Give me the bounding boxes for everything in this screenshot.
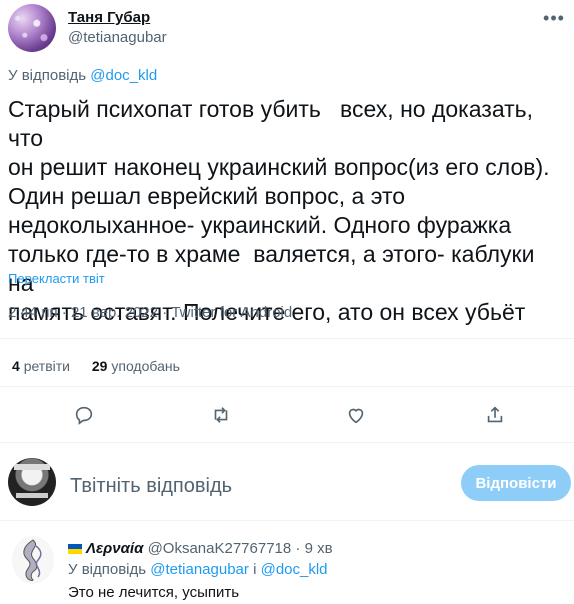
heart-icon[interactable] bbox=[342, 401, 370, 429]
tweet-date[interactable]: 21 вер. 2022 bbox=[71, 304, 158, 321]
reply-author-name[interactable]: Λερναία bbox=[86, 540, 143, 557]
likes-count: 29 bbox=[91, 358, 108, 374]
reply-icon[interactable] bbox=[70, 401, 98, 429]
divider bbox=[0, 338, 574, 339]
reply-reply-context: У відповідь @tetianagubar і @doc_kld bbox=[68, 561, 328, 578]
author-handle[interactable]: @tetianagubar bbox=[68, 29, 167, 46]
reply-time[interactable]: 9 хв bbox=[305, 540, 333, 557]
tweet-stats: 4 ретвіти 29 уподобань bbox=[12, 358, 180, 374]
divider bbox=[0, 520, 574, 521]
reply-context: У відповідь @doc_kld bbox=[8, 67, 157, 84]
reply-author-handle[interactable]: @OksanaK27767718 bbox=[148, 540, 292, 557]
likes-stat[interactable]: 29 уподобань bbox=[92, 358, 180, 374]
likes-label: уподобань bbox=[111, 358, 180, 374]
translate-tweet-link[interactable]: Перекласти твіт bbox=[8, 271, 105, 286]
divider bbox=[0, 442, 574, 443]
reply-separator: · bbox=[295, 540, 301, 557]
reply-input[interactable]: Твітніть відповідь bbox=[70, 475, 232, 498]
share-icon[interactable] bbox=[481, 401, 509, 429]
tweet-time[interactable]: 2:44 пп bbox=[8, 304, 58, 321]
meta-separator: · bbox=[61, 304, 67, 321]
tweet-meta: 2:44 пп · 21 вер. 2022 · Twitter for And… bbox=[8, 304, 292, 321]
reply-context-mention[interactable]: @doc_kld bbox=[90, 67, 157, 84]
avatar-graphic bbox=[14, 464, 50, 470]
retweets-label: ретвіти bbox=[23, 358, 70, 374]
meta-separator: · bbox=[162, 304, 168, 321]
retweets-count: 4 bbox=[12, 358, 20, 374]
retweet-icon[interactable] bbox=[207, 401, 235, 429]
reply-context-prefix: У відповідь bbox=[8, 67, 87, 84]
avatar-graphic bbox=[16, 493, 48, 498]
tweet-source[interactable]: Twitter for Android bbox=[171, 304, 292, 321]
author-name-block[interactable]: Таня Губар @tetianagubar bbox=[68, 9, 167, 46]
reply-button[interactable]: Відповісти bbox=[461, 465, 571, 501]
reply-mention-1[interactable]: @tetianagubar bbox=[150, 561, 249, 578]
reply-context-prefix: У відповідь bbox=[68, 561, 147, 578]
retweets-stat[interactable]: 4 ретвіти bbox=[12, 358, 74, 374]
author-avatar[interactable] bbox=[8, 4, 56, 52]
reply-joiner: і bbox=[253, 561, 257, 578]
reply-mention-2[interactable]: @doc_kld bbox=[261, 561, 328, 578]
author-name[interactable]: Таня Губар bbox=[68, 9, 167, 26]
reply-text: Это не лечится, усыпить bbox=[68, 584, 240, 601]
reply-author-avatar[interactable] bbox=[12, 536, 54, 584]
more-icon[interactable]: ••• bbox=[542, 8, 566, 28]
tweet-text: Старый психопат готов убить всех, но док… bbox=[8, 96, 550, 325]
user-avatar[interactable] bbox=[8, 458, 56, 506]
ukraine-flag-icon bbox=[68, 544, 82, 555]
reply-header: Λερναία @OksanaK27767718 · 9 хв bbox=[68, 540, 333, 557]
divider bbox=[0, 386, 574, 387]
